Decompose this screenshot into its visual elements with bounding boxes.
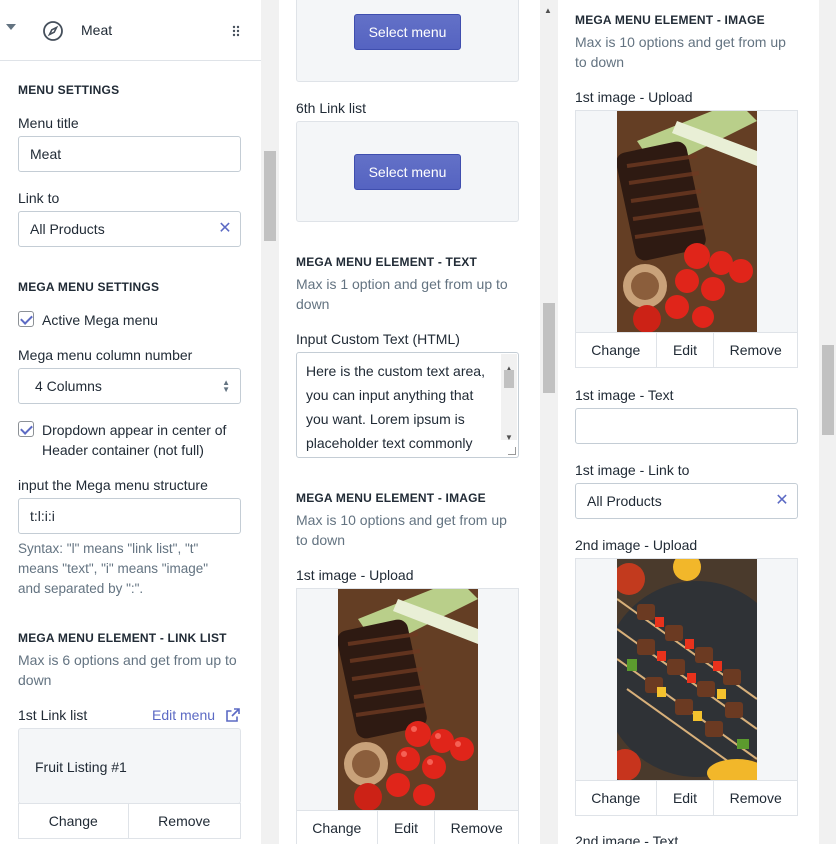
change-button[interactable]: Change (576, 333, 657, 367)
image-actions-2: Change Edit Remove (575, 780, 798, 816)
steak-image (617, 111, 757, 332)
edit-button[interactable]: Edit (657, 781, 715, 815)
dropdown-center-checkbox[interactable] (18, 421, 34, 437)
compass-icon (43, 21, 63, 41)
change-button[interactable]: Change (576, 781, 657, 815)
column-number-value: 4 Columns (35, 378, 102, 394)
edit-button[interactable]: Edit (378, 811, 436, 844)
remove-button[interactable]: Remove (435, 811, 518, 844)
external-link-icon[interactable] (226, 708, 240, 722)
link-to-field[interactable]: All Products ✕ (18, 211, 241, 247)
menu-title-input[interactable]: Meat (18, 136, 241, 172)
dropdown-center-label-2: Header container (not full) (42, 442, 204, 458)
first-image-text-label: 1st image - Text (575, 387, 674, 403)
change-button[interactable]: Change (297, 811, 378, 844)
block-title: Meat (81, 22, 113, 38)
link-list-card-5: Select menu (296, 0, 519, 82)
right-scrollbar[interactable] (819, 0, 836, 844)
active-mega-label: Active Mega menu (42, 312, 158, 328)
link-list-card: Fruit Listing #1 (18, 728, 241, 804)
mega-settings-heading: MEGA MENU SETTINGS (18, 280, 160, 294)
scrollbar-thumb[interactable] (504, 370, 514, 388)
resize-handle-icon[interactable] (508, 447, 516, 455)
close-icon[interactable]: ✕ (216, 220, 234, 238)
dropdown-center-label-1: Dropdown appear in center of (42, 422, 227, 438)
link-list-help-2: down (18, 672, 52, 688)
select-menu-button[interactable]: Select menu (354, 14, 461, 50)
structure-input[interactable]: t:l:i:i (18, 498, 241, 534)
scrollbar-thumb[interactable] (264, 151, 276, 241)
scrollbar-thumb[interactable] (543, 303, 555, 393)
link-to-label: Link to (18, 190, 60, 206)
first-image-text-input[interactable] (575, 408, 798, 444)
custom-text-line: you can input anything that (306, 387, 474, 403)
column-number-label: Mega menu column number (18, 347, 193, 363)
kebab-image (617, 559, 757, 780)
chevron-down-icon[interactable] (6, 24, 16, 30)
text-element-heading: MEGA MENU ELEMENT - TEXT (296, 255, 478, 269)
custom-text-line: Here is the custom text area, (306, 363, 485, 379)
textarea-scrollbar[interactable]: ▲ ▼ (501, 354, 517, 442)
remove-button[interactable]: Remove (714, 781, 797, 815)
syntax-help-1: Syntax: "l" means "link list", "t" (18, 541, 199, 556)
first-image-link-label: 1st image - Link to (575, 462, 690, 478)
syntax-help-3: and separated by ":". (18, 581, 144, 596)
link-value: All Products (587, 493, 662, 509)
image-actions: Change Edit Remove (296, 810, 519, 844)
image-preview-2[interactable] (575, 558, 798, 781)
structure-label: input the Mega menu structure (18, 477, 208, 493)
scroll-up-icon[interactable]: ▲ (544, 6, 552, 16)
sixth-link-list-label: 6th Link list (296, 100, 367, 116)
change-button[interactable]: Change (19, 804, 129, 838)
close-icon[interactable]: ✕ (773, 492, 791, 510)
image-element-help-1: Max is 10 options and get from up (575, 34, 786, 50)
first-image-upload-label: 1st image - Upload (296, 567, 414, 583)
select-arrows-icon: ▲ ▼ (222, 378, 230, 394)
text-element-help-1: Max is 1 option and get from up to (296, 276, 508, 292)
link-list-value: Fruit Listing #1 (35, 759, 127, 775)
image-element-help-1: Max is 10 options and get from up (296, 512, 507, 528)
remove-button[interactable]: Remove (129, 804, 241, 838)
scrollbar-thumb[interactable] (822, 345, 834, 435)
link-list-heading: MEGA MENU ELEMENT - LINK LIST (18, 631, 227, 645)
edit-menu-link[interactable]: Edit menu (152, 707, 215, 723)
image-element-help-2: to down (575, 54, 625, 70)
image-actions-1: Change Edit Remove (575, 332, 798, 368)
edit-button[interactable]: Edit (657, 333, 715, 367)
menu-title-label: Menu title (18, 115, 79, 131)
drag-handle-icon[interactable] (232, 25, 240, 37)
custom-text-label: Input Custom Text (HTML) (296, 331, 460, 347)
image-element-heading: MEGA MENU ELEMENT - IMAGE (296, 491, 486, 505)
block-header: Meat (0, 0, 261, 61)
first-link-list-label: 1st Link list (18, 707, 88, 723)
image-preview-1[interactable] (575, 110, 798, 333)
custom-text-line: you want. Lorem ipsum is (306, 411, 465, 427)
remove-button[interactable]: Remove (714, 333, 797, 367)
link-to-value: All Products (30, 221, 105, 237)
custom-text-line: placeholder text commonly (306, 435, 473, 451)
right-panel: MEGA MENU ELEMENT - IMAGE Max is 10 opti… (558, 0, 819, 844)
text-element-help-2: down (296, 296, 330, 312)
select-menu-button-6[interactable]: Select menu (354, 154, 461, 190)
second-image-text-label: 2nd image - Text (575, 833, 679, 844)
link-list-card-6: Select menu (296, 121, 519, 222)
first-image-link-field[interactable]: All Products ✕ (575, 483, 798, 519)
image-element-heading: MEGA MENU ELEMENT - IMAGE (575, 13, 765, 27)
middle-panel: Select menu 6th Link list Select menu ME… (279, 0, 540, 844)
menu-settings-heading: MENU SETTINGS (18, 83, 120, 97)
custom-text-area[interactable]: Here is the custom text area, you can in… (296, 352, 519, 458)
image-preview[interactable] (296, 588, 519, 811)
image-element-help-2: to down (296, 532, 346, 548)
middle-scrollbar[interactable]: ▲ (540, 0, 558, 844)
syntax-help-2: means "text", "i" means "image" (18, 561, 209, 576)
first-image-upload-label: 1st image - Upload (575, 89, 693, 105)
link-list-help-1: Max is 6 options and get from up to (18, 652, 237, 668)
left-scrollbar[interactable] (261, 0, 279, 844)
active-mega-checkbox[interactable] (18, 311, 34, 327)
left-panel: Meat MENU SETTINGS Menu title Meat Link … (0, 0, 261, 844)
steak-image (338, 589, 478, 810)
link-list-actions: Change Remove (18, 803, 241, 839)
column-number-select[interactable]: 4 Columns ▲ ▼ (18, 368, 241, 404)
second-image-upload-label: 2nd image - Upload (575, 537, 698, 553)
